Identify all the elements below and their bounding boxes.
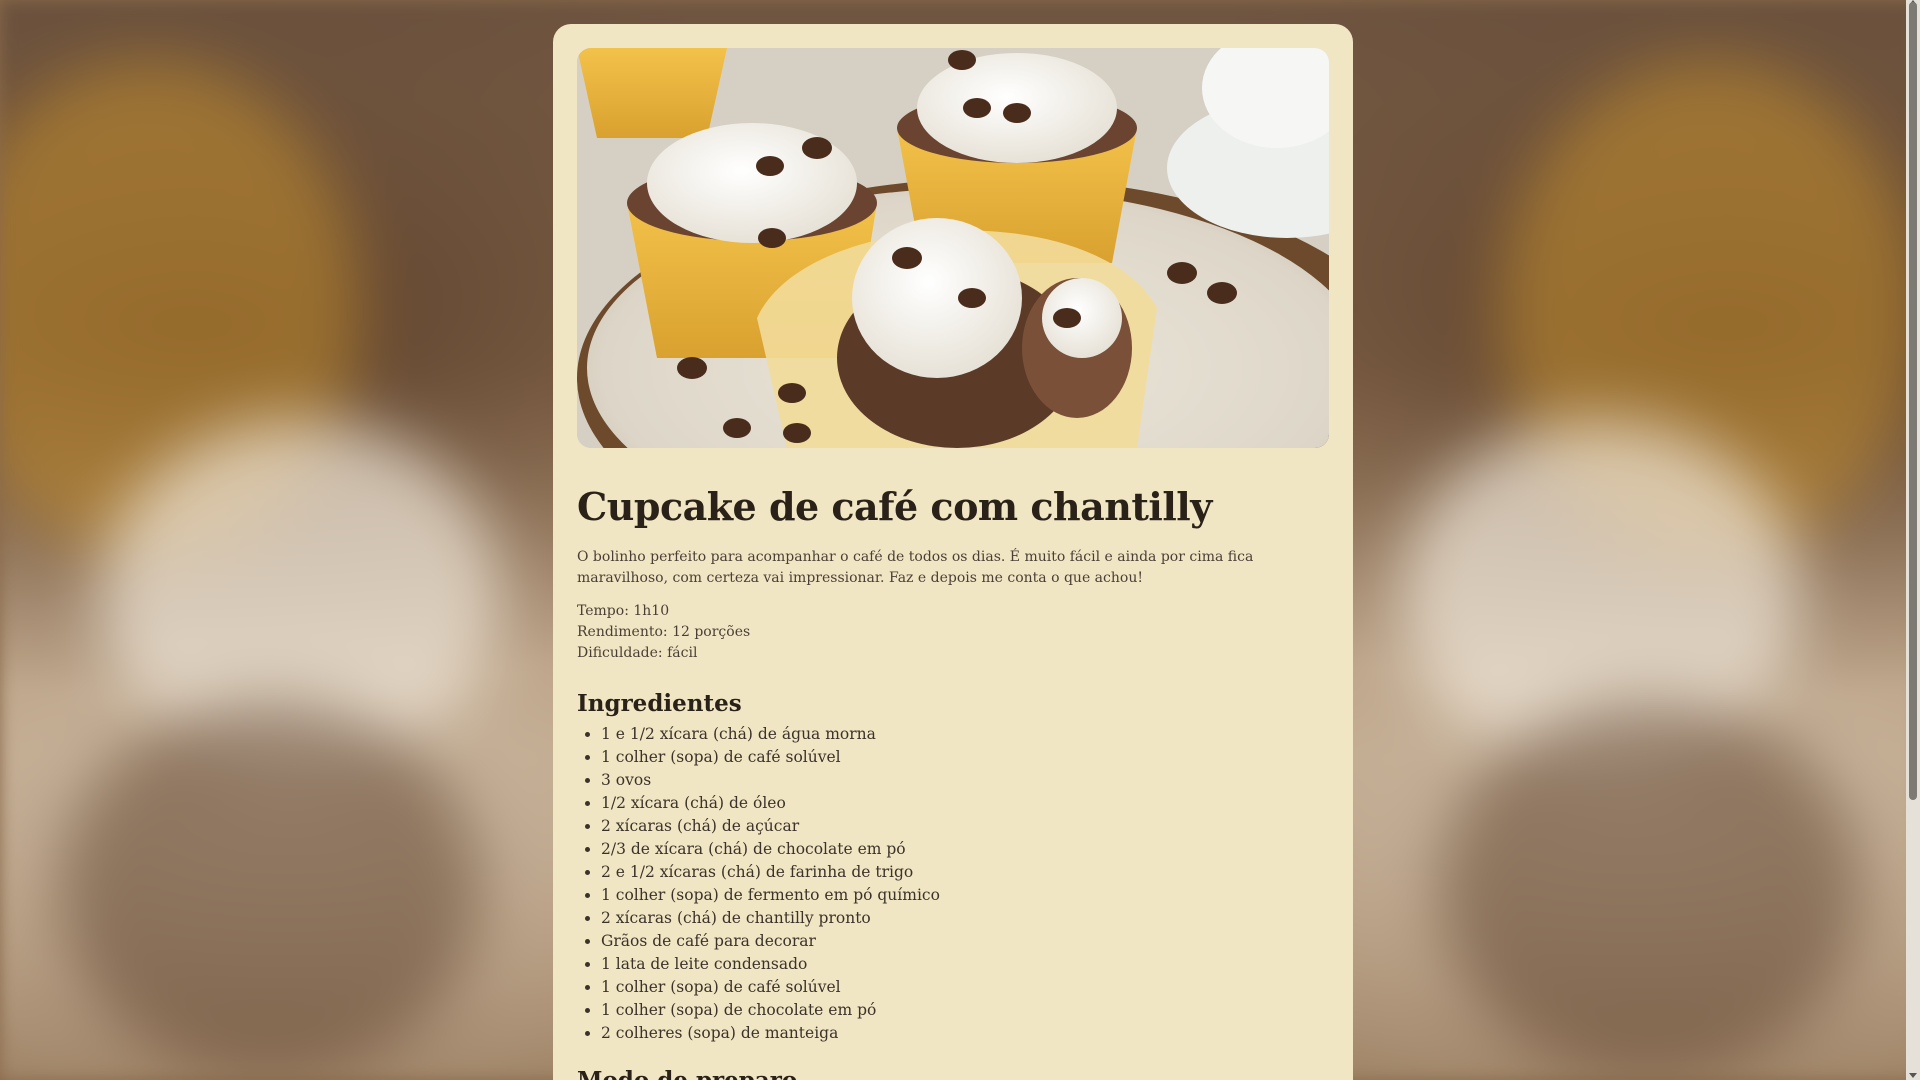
scrollbar-thumb[interactable] <box>1909 2 1917 800</box>
scroll-down-icon[interactable] <box>1909 1073 1917 1078</box>
ingredient-item: 1 lata de leite condensado <box>601 953 1329 976</box>
recipe-hero-image <box>577 48 1329 448</box>
ingredients-heading: Ingredientes <box>577 690 742 717</box>
ingredient-item: 1/2 xícara (chá) de óleo <box>601 792 1329 815</box>
ingredient-item: 2 xícaras (chá) de açúcar <box>601 815 1329 838</box>
ingredient-item: 2/3 de xícara (chá) de chocolate em pó <box>601 838 1329 861</box>
ingredient-item: 1 colher (sopa) de chocolate em pó <box>601 999 1329 1022</box>
page-scrollbar[interactable] <box>1906 0 1920 1080</box>
ingredient-item: 1 colher (sopa) de café solúvel <box>601 746 1329 769</box>
ingredient-item: 2 colheres (sopa) de manteiga <box>601 1022 1329 1045</box>
ingredient-item: Grãos de café para decorar <box>601 930 1329 953</box>
ingredient-item: 1 colher (sopa) de café solúvel <box>601 976 1329 999</box>
recipe-yield: Rendimento: 12 porções <box>577 624 751 640</box>
recipe-title: Cupcake de café com chantilly <box>577 484 1212 529</box>
ingredient-item: 2 xícaras (chá) de chantilly pronto <box>601 907 1329 930</box>
recipe-time: Tempo: 1h10 <box>577 603 670 619</box>
cupcakes-illustration <box>577 48 1329 448</box>
recipe-description: O bolinho perfeito para acompanhar o caf… <box>577 549 1254 586</box>
preparation-heading: Modo de preparo <box>577 1067 1329 1080</box>
ingredient-item: 1 e 1/2 xícara (chá) de água morna <box>601 723 1329 746</box>
recipe-card: Cupcake de café com chantilly O bolinho … <box>553 24 1353 1080</box>
ingredient-item: 2 e 1/2 xícaras (chá) de farinha de trig… <box>601 861 1329 884</box>
ingredients-list: 1 e 1/2 xícara (chá) de água morna 1 col… <box>577 723 1329 1045</box>
ingredient-item: 3 ovos <box>601 769 1329 792</box>
recipe-difficulty: Dificuldade: fácil <box>577 645 698 661</box>
ingredient-item: 1 colher (sopa) de fermento em pó químic… <box>601 884 1329 907</box>
